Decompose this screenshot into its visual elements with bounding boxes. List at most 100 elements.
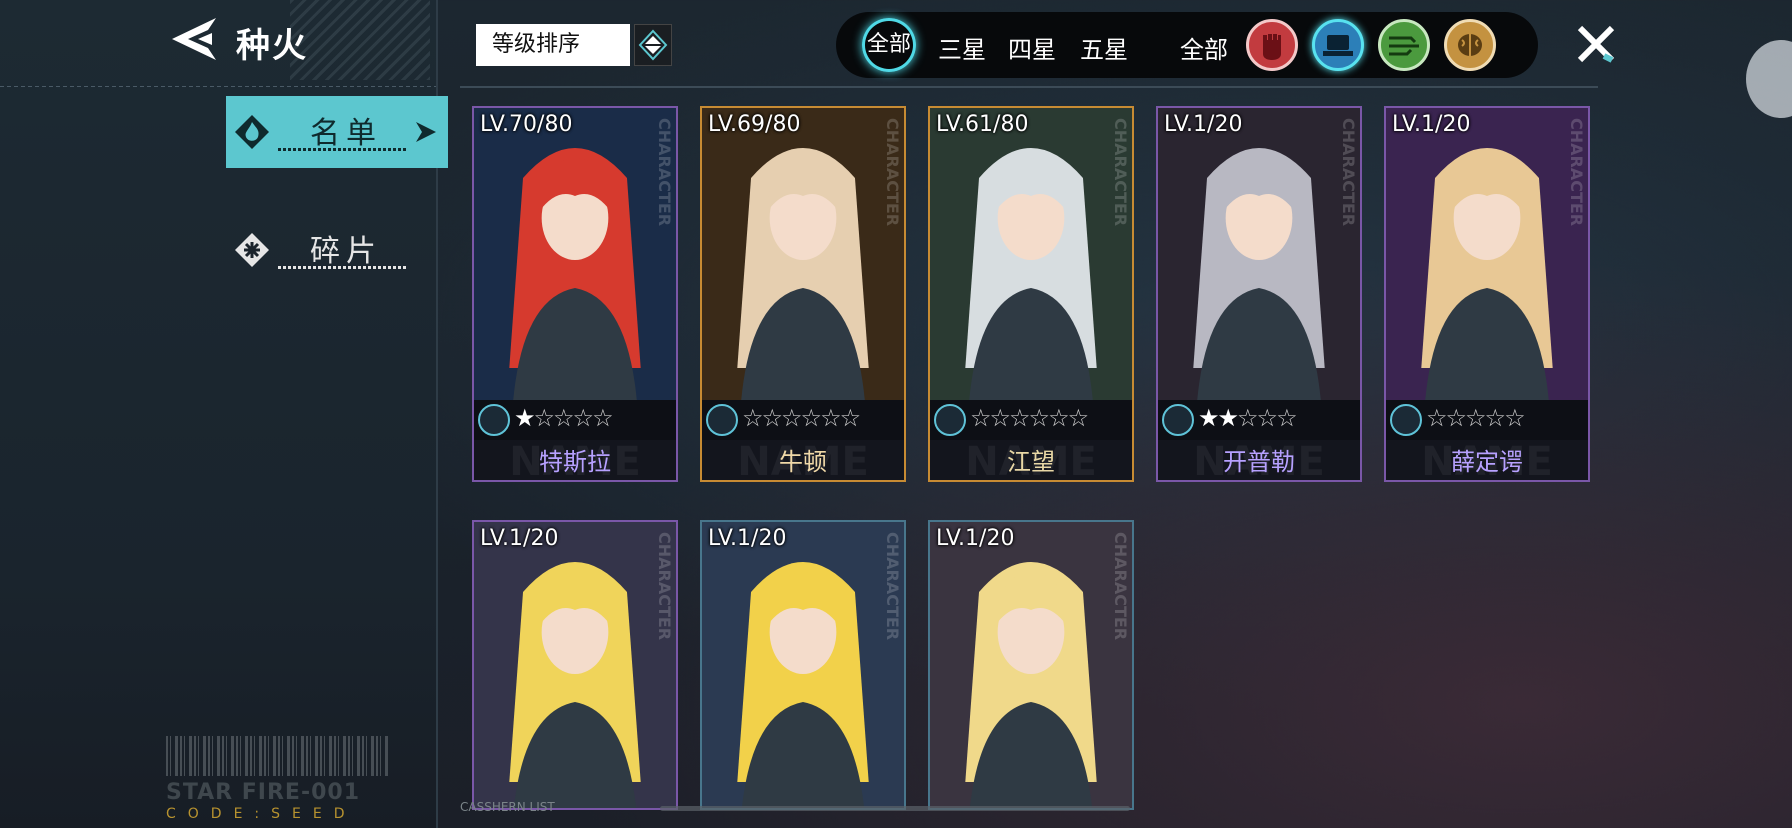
character-level: LV.1/20 xyxy=(1164,112,1243,137)
character-card[interactable]: CHARACTER LV.61/80 ☆☆☆☆☆☆ NAME 江望 xyxy=(928,106,1134,482)
filter-all-classes[interactable]: 全部 xyxy=(1180,30,1228,65)
card-side-text: CHARACTER xyxy=(1567,118,1586,227)
character-portrait xyxy=(930,522,1132,808)
character-portrait xyxy=(1386,108,1588,400)
star-icon: ☆ xyxy=(1028,404,1050,432)
code-seed-label: CODE:SEED xyxy=(166,806,357,822)
character-level: LV.70/80 xyxy=(480,112,573,137)
card-side-text: CHARACTER xyxy=(1111,118,1130,227)
card-side-text: CHARACTER xyxy=(655,532,674,641)
filter-four-star[interactable]: 四星 xyxy=(1008,30,1056,65)
star-icon: ☆ xyxy=(1445,404,1467,432)
star-icon: ☆ xyxy=(1465,404,1486,432)
character-level: LV.1/20 xyxy=(708,526,787,551)
character-portrait xyxy=(1158,108,1360,400)
star-icon: ☆ xyxy=(1009,404,1030,432)
card-info-row: ★★☆☆☆ xyxy=(1158,400,1360,440)
character-name-row: NAME 开普勒 xyxy=(1158,440,1360,480)
character-card[interactable]: CHARACTER LV.1/20 xyxy=(472,520,678,810)
card-info-row: ☆☆☆☆☆☆ xyxy=(702,400,904,440)
nav-tab-roster[interactable]: 名单 xyxy=(226,96,448,168)
stripe-decoration xyxy=(290,0,430,80)
character-level: LV.1/20 xyxy=(936,526,1015,551)
star-rating: ★★☆☆☆ xyxy=(1198,404,1298,432)
character-level: LV.69/80 xyxy=(708,112,801,137)
card-side-text: CHARACTER xyxy=(883,118,902,227)
star-icon: ★ xyxy=(514,404,535,432)
shards-icon xyxy=(235,233,269,267)
laptop-icon xyxy=(1162,404,1194,436)
laptop-icon xyxy=(1390,404,1422,436)
star-rating: ☆☆☆☆☆☆ xyxy=(970,404,1089,432)
laptop-icon xyxy=(934,404,966,436)
star-icon: ☆ xyxy=(742,404,763,432)
laptop-icon xyxy=(478,404,510,436)
character-name: 开普勒 xyxy=(1223,448,1295,476)
chevron-right-icon xyxy=(416,122,436,142)
character-card[interactable]: CHARACTER LV.1/20 xyxy=(928,520,1134,810)
character-level: LV.61/80 xyxy=(936,112,1029,137)
card-side-text: CHARACTER xyxy=(655,118,674,227)
list-label: CASSHERN LIST xyxy=(460,800,555,814)
card-side-text: CHARACTER xyxy=(1111,532,1130,641)
star-icon: ☆ xyxy=(1237,404,1258,432)
filter-all-stars[interactable]: 全部 xyxy=(862,18,916,72)
character-card[interactable]: CHARACTER LV.1/20 ☆☆☆☆☆ NAME 薛定谔 xyxy=(1384,106,1590,482)
character-card[interactable]: CHARACTER LV.1/20 xyxy=(700,520,906,810)
filter-five-star[interactable]: 五星 xyxy=(1080,30,1128,65)
star-rating: ★☆☆☆☆ xyxy=(514,404,614,432)
fist-icon xyxy=(1263,34,1281,60)
star-icon: ☆ xyxy=(839,404,861,432)
side-drawer-tab[interactable] xyxy=(1746,40,1792,118)
filter-class-circuit[interactable] xyxy=(1378,19,1430,71)
close-button[interactable] xyxy=(1574,22,1618,66)
star-icon: ☆ xyxy=(761,404,783,432)
filter-three-star[interactable]: 三星 xyxy=(938,30,986,65)
character-card[interactable]: CHARACTER LV.1/20 ★★☆☆☆ NAME 开普勒 xyxy=(1156,106,1362,482)
laptop-icon xyxy=(1323,35,1353,56)
character-card[interactable]: CHARACTER LV.70/80 ★☆☆☆☆ NAME 特斯拉 xyxy=(472,106,678,482)
back-button[interactable] xyxy=(168,16,220,62)
filter-bar: 全部 三星 四星 五星 全部 xyxy=(836,12,1538,78)
card-info-row: ☆☆☆☆☆ xyxy=(1386,400,1588,440)
star-icon: ☆ xyxy=(1256,404,1278,432)
star-icon: ☆ xyxy=(592,404,613,432)
card-info-row: ☆☆☆☆☆☆ xyxy=(930,400,1132,440)
star-icon: ☆ xyxy=(572,404,594,432)
starfire-label: STAR FIRE-001 xyxy=(166,780,361,805)
filter-class-strength[interactable] xyxy=(1246,19,1298,71)
character-portrait xyxy=(930,108,1132,400)
character-name: 特斯拉 xyxy=(539,448,611,476)
scrollbar[interactable] xyxy=(660,806,1130,811)
star-rating: ☆☆☆☆☆☆ xyxy=(742,404,861,432)
character-level: LV.1/20 xyxy=(1392,112,1471,137)
star-icon: ☆ xyxy=(1426,404,1447,432)
brain-icon xyxy=(1458,34,1482,56)
character-portrait xyxy=(474,522,676,808)
sort-order-toggle[interactable] xyxy=(634,24,672,66)
card-info-row: ★☆☆☆☆ xyxy=(474,400,676,440)
filter-class-intellect[interactable] xyxy=(1444,19,1496,71)
card-side-text: CHARACTER xyxy=(883,532,902,641)
character-name-row: NAME 薛定谔 xyxy=(1386,440,1588,480)
card-side-text: CHARACTER xyxy=(1339,118,1358,227)
nav-tab-fragments-label: 碎片 xyxy=(310,234,382,269)
star-icon: ☆ xyxy=(1504,404,1525,432)
sort-arrows-icon xyxy=(638,29,668,61)
character-card[interactable]: CHARACTER LV.69/80 ☆☆☆☆☆☆ NAME 牛顿 xyxy=(700,106,906,482)
filter-class-tech[interactable] xyxy=(1312,19,1364,71)
sort-dropdown[interactable]: 等级排序 xyxy=(476,24,630,66)
character-name-row: NAME 牛顿 xyxy=(702,440,904,480)
star-icon: ☆ xyxy=(781,404,802,432)
nav-tab-fragments[interactable]: 碎片 xyxy=(226,214,448,286)
divider xyxy=(278,148,406,151)
laptop-icon xyxy=(706,404,738,436)
star-icon: ☆ xyxy=(1048,404,1069,432)
nav-tab-roster-label: 名单 xyxy=(310,116,382,151)
character-portrait xyxy=(702,522,904,808)
divider xyxy=(278,266,406,269)
star-icon: ☆ xyxy=(800,404,822,432)
character-name-row: NAME 江望 xyxy=(930,440,1132,480)
fire-icon xyxy=(235,115,269,149)
close-icon xyxy=(1577,25,1615,63)
